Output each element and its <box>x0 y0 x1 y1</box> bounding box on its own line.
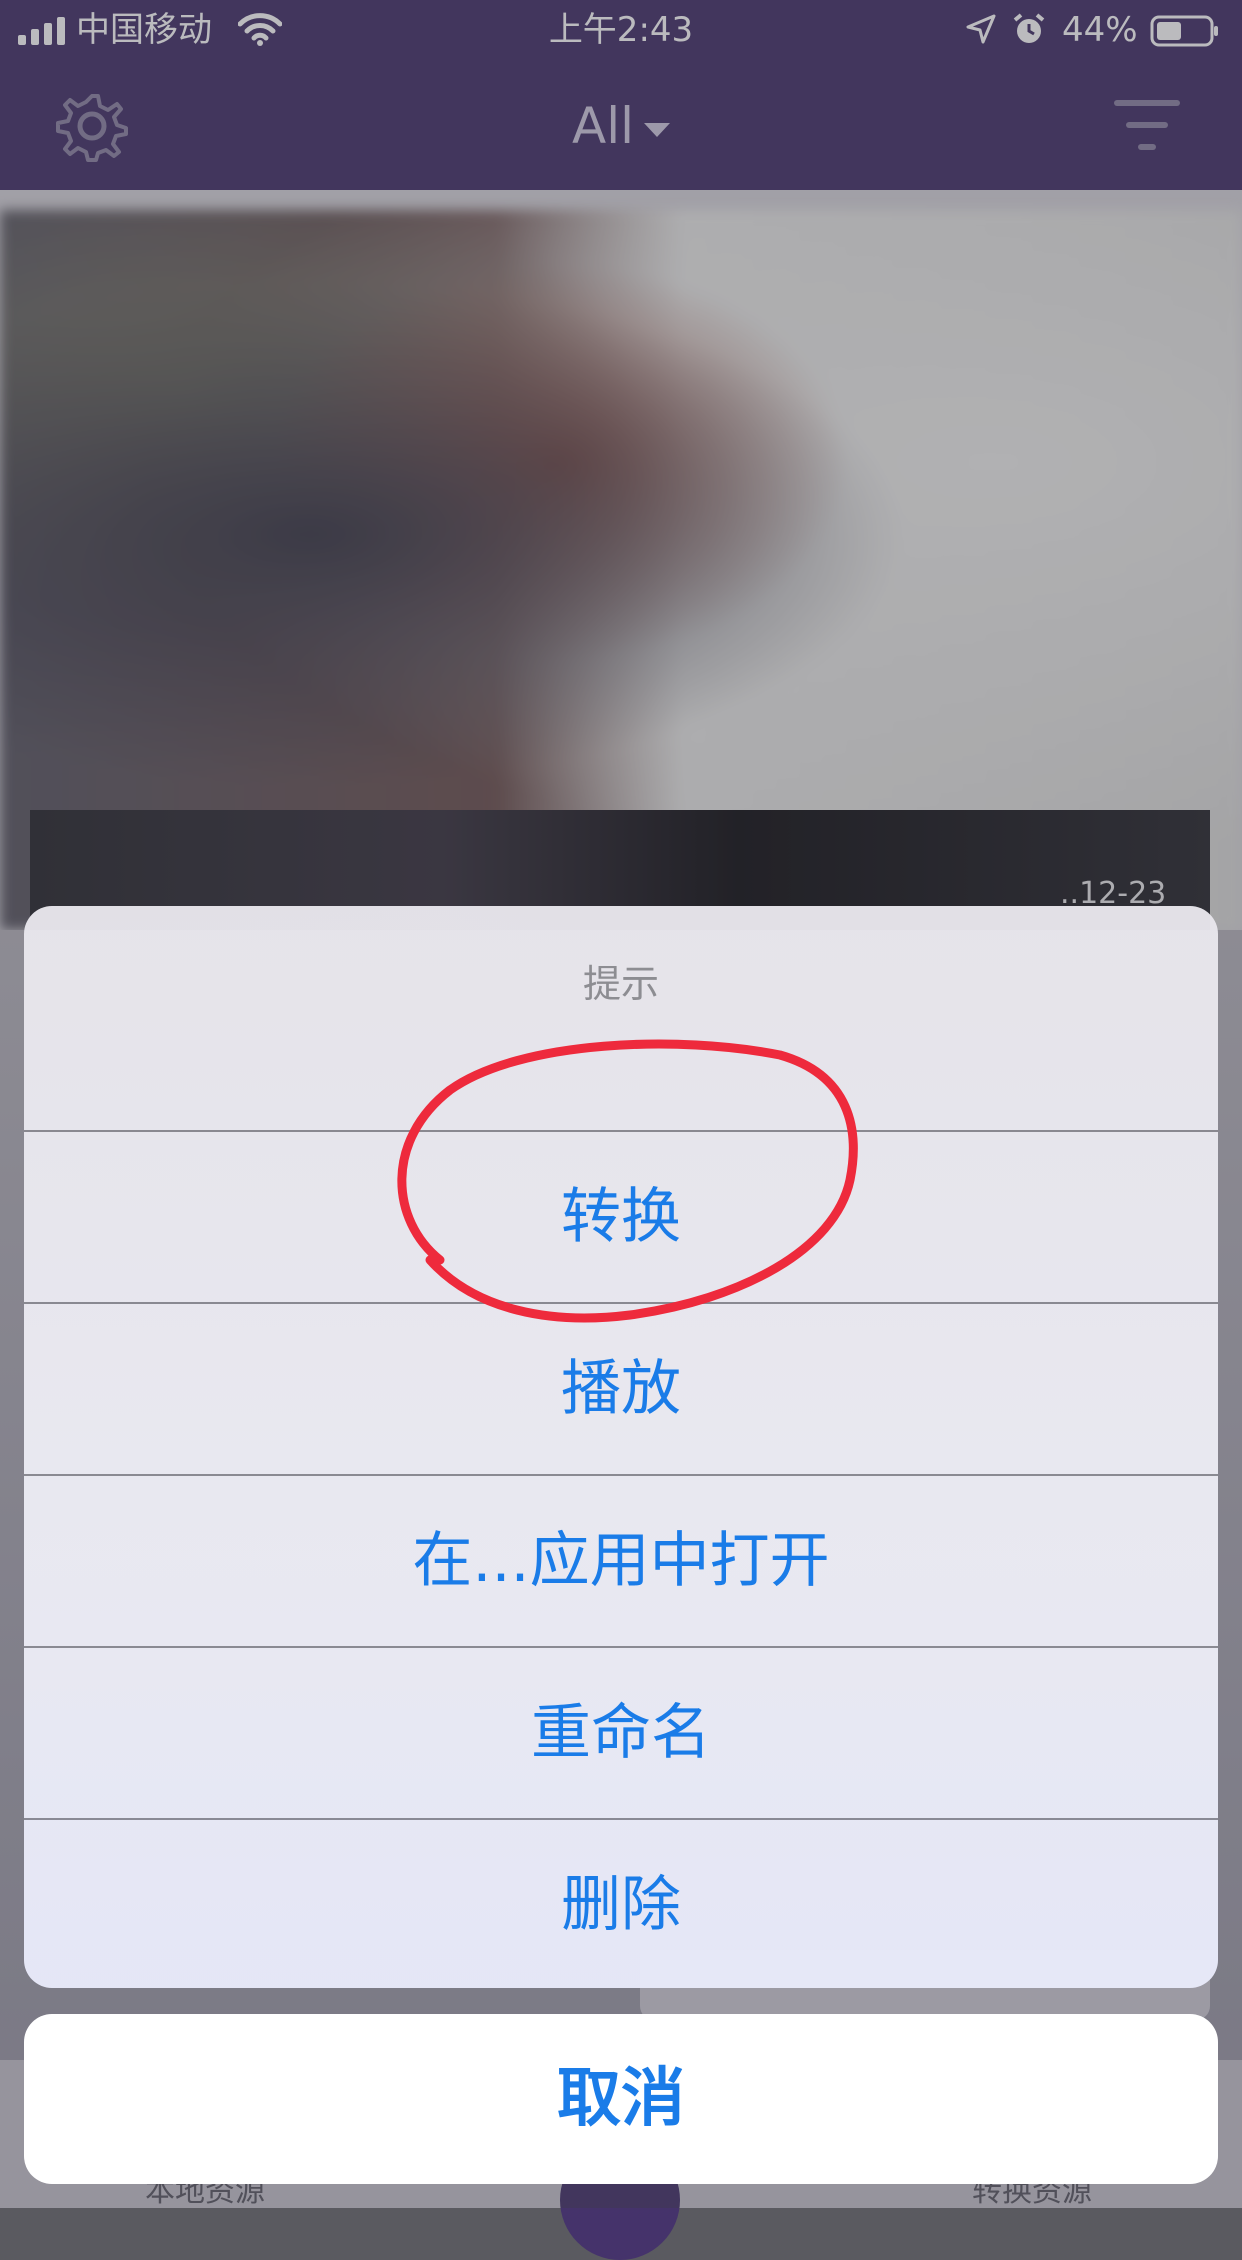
convert-button[interactable]: 转换 <box>24 1130 1218 1302</box>
action-sheet-title: 提示 <box>582 962 659 1006</box>
play-button[interactable]: 播放 <box>24 1302 1218 1474</box>
cancel-button[interactable]: 取消 <box>24 2014 1218 2184</box>
action-sheet: 提示 转换 播放 在...应用中打开 重命名 删除 <box>24 906 1218 1988</box>
rename-button[interactable]: 重命名 <box>24 1646 1218 1818</box>
action-sheet-header: 提示 <box>24 906 1218 1130</box>
open-in-app-button[interactable]: 在...应用中打开 <box>24 1474 1218 1646</box>
delete-button[interactable]: 删除 <box>24 1818 1218 1988</box>
